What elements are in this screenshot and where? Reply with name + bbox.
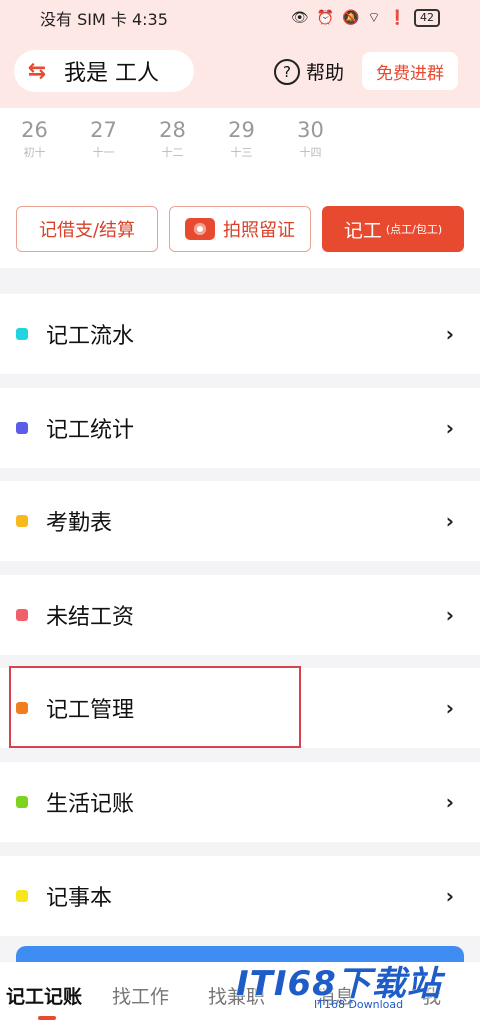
carrier-time: 没有 SIM 卡 4:35 [40, 10, 168, 29]
menu-label: 记工统计 [46, 418, 135, 443]
join-group-button[interactable]: 免费进群 [362, 52, 458, 90]
alert-icon: ❗ [388, 10, 406, 26]
day-lunar: 十四 [299, 146, 322, 159]
menu-item-notepad[interactable]: 记事本 › [0, 856, 480, 936]
photo-record-label: 拍照留证 [223, 220, 295, 241]
day-lunar: 初十 [23, 146, 46, 159]
bullet-icon [16, 609, 28, 621]
calendar-days: 26 初十 27 十一 28 十二 29 十三 30 十四 [0, 118, 345, 160]
swap-icon: ⇆ [27, 58, 47, 84]
day-number: 26 [21, 118, 48, 142]
menu-item-life-accounting[interactable]: 生活记账 › [0, 762, 480, 842]
day-lunar: 十二 [161, 146, 184, 159]
calendar-day[interactable]: 29 十三 [207, 118, 276, 160]
highlight-box [9, 666, 301, 748]
photo-record-button[interactable]: 拍照留证 [169, 206, 311, 252]
menu-label: 生活记账 [46, 792, 135, 817]
watermark-logo: ITI68下载站 IT168 Download [236, 940, 480, 1020]
chevron-right-icon: › [445, 790, 454, 814]
menu-label: 未结工资 [46, 605, 135, 630]
day-number: 29 [228, 118, 255, 142]
tab-record[interactable]: 记工记账 [6, 982, 82, 1009]
header: ⇆ 我是 工人 ? 帮助 免费进群 [0, 36, 480, 108]
role-switch[interactable]: ⇆ 我是 工人 [14, 50, 194, 92]
mute-icon: 🔕 [341, 10, 360, 26]
tab-find-job[interactable]: 找工作 [112, 982, 169, 1009]
battery-icon: 42 [414, 9, 440, 27]
calendar-day[interactable]: 28 十二 [138, 118, 207, 160]
chevron-right-icon: › [445, 322, 454, 346]
watermark-sub: IT168 Download [314, 998, 404, 1011]
help-button[interactable]: ? 帮助 [274, 58, 344, 85]
help-icon: ? [274, 58, 300, 85]
calendar-section: 26 初十 27 十一 28 十二 29 十三 30 十四 记借支/结算 拍照留… [0, 108, 480, 268]
menu-item-work-stats[interactable]: 记工统计 › [0, 388, 480, 468]
bullet-icon [16, 515, 28, 527]
eye-icon: 👁 [290, 10, 309, 26]
bullet-icon [16, 422, 28, 434]
menu-item-work-log[interactable]: 记工流水 › [0, 294, 480, 374]
calendar-day[interactable]: 27 十一 [69, 118, 138, 160]
day-number: 27 [90, 118, 117, 142]
status-icons: 👁 ⏰ 🔕 ⌔ ❗ 42 [291, 9, 440, 27]
status-bar: 没有 SIM 卡 4:35 👁 ⏰ 🔕 ⌔ ❗ 42 [0, 0, 480, 36]
day-number: 30 [297, 118, 324, 142]
borrow-settle-button[interactable]: 记借支/结算 [16, 206, 158, 252]
bullet-icon [16, 796, 28, 808]
chevron-right-icon: › [445, 696, 454, 720]
chevron-right-icon: › [445, 884, 454, 908]
calendar-day[interactable]: 30 十四 [276, 118, 345, 160]
record-work-button[interactable]: 记工 (点工/包工) [322, 206, 464, 252]
day-lunar: 十一 [92, 146, 115, 159]
record-work-sub: (点工/包工) [385, 223, 443, 236]
menu-item-attendance[interactable]: 考勤表 › [0, 481, 480, 561]
tab-active-indicator [38, 1016, 56, 1020]
help-label: 帮助 [306, 62, 345, 84]
record-work-label: 记工 [343, 219, 382, 242]
bullet-icon [16, 890, 28, 902]
menu-label: 记事本 [46, 886, 113, 911]
role-label: 我是 工人 [64, 61, 159, 86]
bullet-icon [16, 328, 28, 340]
menu-label: 记工流水 [46, 324, 135, 349]
menu-item-unpaid-wages[interactable]: 未结工资 › [0, 575, 480, 655]
menu-label: 考勤表 [46, 511, 113, 536]
chevron-right-icon: › [445, 509, 454, 533]
calendar-day[interactable]: 26 初十 [0, 118, 69, 160]
wifi-icon: ⌔ [367, 10, 381, 26]
chevron-right-icon: › [445, 603, 454, 627]
chevron-right-icon: › [445, 416, 454, 440]
day-lunar: 十三 [230, 146, 253, 159]
day-number: 28 [159, 118, 186, 142]
alarm-icon: ⏰ [316, 10, 334, 26]
camera-icon [185, 218, 215, 240]
